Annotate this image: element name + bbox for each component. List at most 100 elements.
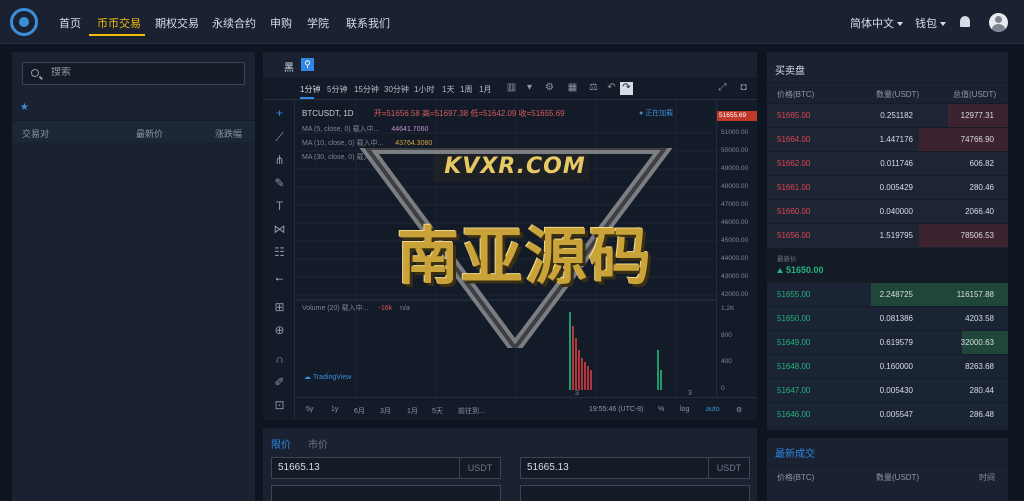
scale-percent[interactable]: %	[658, 406, 664, 413]
arrow-left-icon[interactable]: ←	[272, 270, 287, 285]
price-axis[interactable]: 51655.69 51000.00 50000.00 49000.00 4800…	[716, 100, 757, 397]
magnet-icon[interactable]: ∩	[272, 352, 287, 367]
redo-icon[interactable]: ↷	[620, 82, 633, 95]
candle-type-icon[interactable]: ▥	[505, 82, 518, 95]
nav-spot[interactable]: 币币交易	[97, 15, 141, 31]
timeframe-15m[interactable]: 15分钟	[354, 84, 379, 95]
measure-icon[interactable]: ⊞	[272, 300, 287, 315]
text-tool-icon[interactable]: T	[272, 199, 287, 214]
nav-subscribe[interactable]: 申购	[270, 15, 292, 31]
orderbook-row[interactable]: 51662.00 0.011746 606.82	[767, 151, 1008, 175]
orderbook-qty: 0.011746	[880, 159, 913, 168]
compare-scale-icon[interactable]: ⚖	[587, 82, 600, 95]
orderbook-row[interactable]: 51647.00 0.005430 280.44	[767, 378, 1008, 402]
nav-home[interactable]: 首页	[59, 15, 81, 31]
range-6m[interactable]: 6月	[354, 406, 365, 416]
orderbook-row[interactable]: 51664.00 1.447176 74766.90	[767, 127, 1008, 151]
chart-toolbar: 1分钟 5分钟 15分钟 30分钟 1小时 1天 1周 1月 ▥ ▾ ⚙ ▦ ⚖…	[263, 78, 757, 100]
sell-price-field[interactable]: USDT	[520, 457, 750, 479]
undo-icon[interactable]: ↶	[605, 82, 618, 95]
tradingview-logo[interactable]: ☁ TradingView	[304, 373, 351, 381]
lock-icon[interactable]: ⊡	[272, 398, 287, 413]
timeframe-1mo[interactable]: 1月	[479, 84, 491, 95]
buy-price-input[interactable]	[278, 462, 448, 473]
price-tick: 49000.00	[721, 165, 749, 172]
scale-auto[interactable]: auto	[706, 406, 720, 413]
sell-amount-field[interactable]	[520, 485, 750, 501]
orderbook-row[interactable]: 51660.00 0.040000 2066.40	[767, 199, 1008, 223]
fullscreen-icon[interactable]: ⤢	[716, 82, 729, 95]
brush-icon[interactable]: ✎	[272, 176, 287, 191]
nav-options[interactable]: 期权交易	[155, 15, 199, 31]
scale-log[interactable]: log	[680, 406, 689, 413]
orderbook-price: 51655.00	[777, 290, 811, 299]
settings-gear-icon[interactable]: ⚙	[543, 82, 556, 95]
orderbook-row[interactable]: 51650.00 0.081386 4203.58	[767, 306, 1008, 330]
orderbook-row[interactable]: 51656.00 1.519795 78506.53	[767, 223, 1008, 247]
price-tick: 45000.00	[721, 237, 749, 244]
search-box[interactable]	[22, 62, 245, 85]
orderbook-row[interactable]: 51646.00 0.005547 286.48	[767, 402, 1008, 426]
settings-gear-icon[interactable]: ⚙	[736, 406, 742, 414]
nav-academy[interactable]: 学院	[307, 15, 329, 31]
timeframe-5m[interactable]: 5分钟	[327, 84, 347, 95]
search-input[interactable]	[51, 67, 231, 78]
tab-market[interactable]: 市价	[308, 436, 328, 451]
trendline-icon[interactable]: ⟋	[272, 130, 287, 145]
avatar[interactable]	[989, 13, 1008, 32]
header-latest[interactable]: 最新价	[136, 127, 163, 140]
bell-icon[interactable]	[960, 16, 970, 27]
range-5d[interactable]: 5天	[432, 406, 443, 416]
nav-contact[interactable]: 联系我们	[346, 15, 390, 31]
timeframe-1h[interactable]: 1小时	[414, 84, 434, 95]
timeframe-30m[interactable]: 30分钟	[384, 84, 409, 95]
orderbook-price: 51660.00	[777, 207, 811, 216]
symbol-label[interactable]: BTCUSDT, 1D	[302, 109, 354, 118]
range-5y[interactable]: 5y	[306, 406, 313, 413]
buy-price-field[interactable]: USDT	[271, 457, 501, 479]
pitchfork-icon[interactable]: ⋔	[272, 153, 287, 168]
orderbook-total: 286.48	[969, 410, 994, 419]
timeframe-1m[interactable]: 1分钟	[300, 84, 320, 95]
theme-dark-button[interactable]: 黑	[284, 59, 294, 74]
orderbook-row[interactable]: 51649.00 0.619579 32000.63	[767, 330, 1008, 354]
wallet-menu[interactable]: 钱包	[915, 15, 946, 31]
orderbook-total: 280.46	[969, 183, 994, 192]
header-qty: 数量(USDT)	[876, 473, 920, 482]
tab-limit[interactable]: 限价	[271, 436, 291, 451]
orderbook-row[interactable]: 51648.00 0.160000 8263.68	[767, 354, 1008, 378]
top-nav: 首页 币币交易 期权交易 永续合约 申购 学院 联系我们 简体中文 钱包	[0, 0, 1024, 44]
timeframe-1d[interactable]: 1天	[442, 84, 454, 95]
buy-amount-field[interactable]	[271, 485, 501, 501]
camera-icon[interactable]: ◘	[737, 82, 750, 95]
logo[interactable]	[10, 8, 38, 36]
time-display[interactable]: 19:55:46 (UTC-8)	[589, 406, 643, 413]
language-select[interactable]: 简体中文	[850, 15, 903, 31]
orderbook-row[interactable]: 51655.00 2.248725 116157.88	[767, 282, 1008, 306]
zoom-in-icon[interactable]: ⊕	[272, 323, 287, 338]
search-icon	[31, 69, 39, 77]
fib-icon[interactable]: ☷	[272, 245, 287, 260]
favorite-star-icon[interactable]: ★	[20, 102, 29, 113]
theme-light-button[interactable]: ⚲	[301, 58, 314, 71]
header-pair[interactable]: 交易对	[22, 127, 49, 140]
pattern-icon[interactable]: ⋈	[272, 222, 287, 237]
orderbook-row[interactable]: 51661.00 0.005429 280.46	[767, 175, 1008, 199]
header-change[interactable]: 涨跌幅	[215, 127, 242, 140]
pencil-lock-icon[interactable]: ✐	[272, 375, 287, 390]
goto-date[interactable]: 前往到...	[458, 406, 485, 416]
ma-value: 44641.7060	[391, 126, 429, 133]
orderbook-row[interactable]: 51665.00 0.251182 12977.31	[767, 103, 1008, 127]
timeframe-1w[interactable]: 1周	[460, 84, 472, 95]
chevron-down-icon[interactable]: ▾	[523, 82, 536, 95]
nav-perpetual[interactable]: 永续合约	[212, 15, 256, 31]
range-3m[interactable]: 3月	[380, 406, 391, 416]
range-1m[interactable]: 1月	[407, 406, 418, 416]
orderbook-price: 51648.00	[777, 362, 811, 371]
price-tick: 47000.00	[721, 201, 749, 208]
range-1y[interactable]: 1y	[331, 406, 338, 413]
crosshair-icon[interactable]: +	[272, 106, 287, 121]
indicators-icon[interactable]: ▦	[566, 82, 579, 95]
sell-price-input[interactable]	[527, 462, 697, 473]
orderbook-price: 51656.00	[777, 231, 811, 240]
